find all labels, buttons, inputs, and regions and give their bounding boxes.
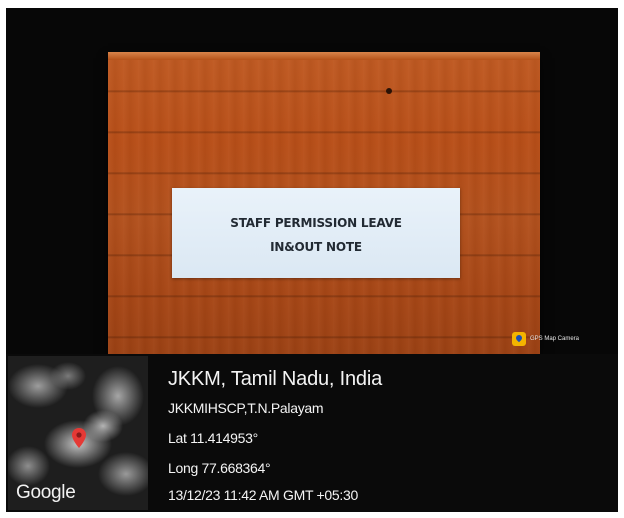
gps-badge-label: GPS Map Camera [530, 336, 580, 342]
lock-hole [386, 88, 392, 94]
map-thumbnail: Google [8, 356, 148, 510]
label-title: STAFF PERMISSION LEAVE [230, 216, 402, 230]
map-pin-icon [512, 332, 526, 346]
label-card: STAFF PERMISSION LEAVE IN&OUT NOTE [172, 188, 460, 278]
gps-map-camera-badge: GPS Map Camera [512, 332, 579, 346]
google-logo: Google [16, 482, 76, 503]
geotag-info: JKKM, Tamil Nadu, India JKKMIHSCP,T.N.Pa… [168, 354, 608, 512]
geotag-overlay: Google JKKM, Tamil Nadu, India JKKMIHSCP… [6, 354, 618, 512]
wooden-box: STAFF PERMISSION LEAVE IN&OUT NOTE [108, 52, 540, 354]
longitude: Long 77.668364° [168, 460, 271, 476]
label-subtitle: IN&OUT NOTE [270, 240, 362, 254]
place-name: JKKM, Tamil Nadu, India [168, 368, 383, 390]
box-lid-edge [108, 52, 540, 60]
photo: STAFF PERMISSION LEAVE IN&OUT NOTE GPS M… [6, 8, 618, 512]
location-pin-icon [72, 428, 86, 448]
timestamp: 13/12/23 11:42 AM GMT +05:30 [168, 487, 358, 503]
latitude: Lat 11.414953° [168, 430, 258, 446]
address: JKKMIHSCP,T.N.Palayam [168, 400, 324, 416]
